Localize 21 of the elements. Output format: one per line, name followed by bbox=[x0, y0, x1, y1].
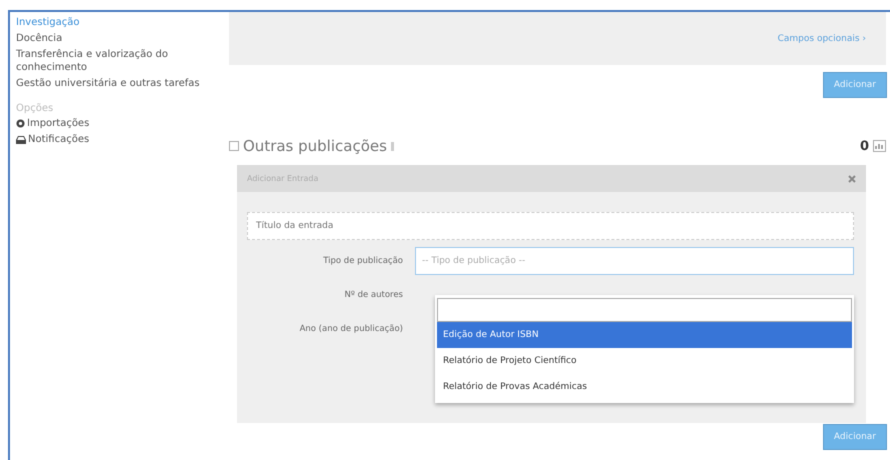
section-title: Outras publicações bbox=[243, 137, 387, 155]
dropdown-option[interactable]: Relatório de Projeto Científico bbox=[437, 348, 852, 374]
section-heading: Opções bbox=[16, 103, 54, 114]
count: 0 bbox=[860, 138, 869, 154]
sidebar-item[interactable]: Gestão universitária e outras tarefas bbox=[16, 77, 209, 90]
sidebar-link[interactable]: Importações bbox=[27, 117, 90, 130]
field-label: Ano (ano de publicação) bbox=[298, 324, 404, 334]
sidebar-item[interactable]: Docência bbox=[16, 32, 209, 45]
field-label: Tipo de publicação bbox=[322, 256, 404, 266]
dropdown-option[interactable]: Relatório de Provas Académicas bbox=[437, 374, 852, 400]
dropdown-option[interactable]: Edição de Autor ISBN bbox=[437, 322, 852, 348]
close-icon[interactable] bbox=[848, 174, 856, 182]
chart-icon bbox=[873, 140, 886, 152]
inbox-icon bbox=[16, 136, 26, 144]
sidebar-item[interactable]: Transferência e valorização do conhecimento bbox=[16, 48, 209, 74]
title-field[interactable]: Título da entrada bbox=[247, 212, 854, 240]
checkbox[interactable] bbox=[229, 141, 239, 151]
gear-icon bbox=[16, 119, 25, 128]
sidebar-link[interactable]: Notificações bbox=[28, 133, 90, 146]
search-field[interactable] bbox=[437, 298, 852, 322]
field-label: Nº de autores bbox=[344, 290, 404, 300]
